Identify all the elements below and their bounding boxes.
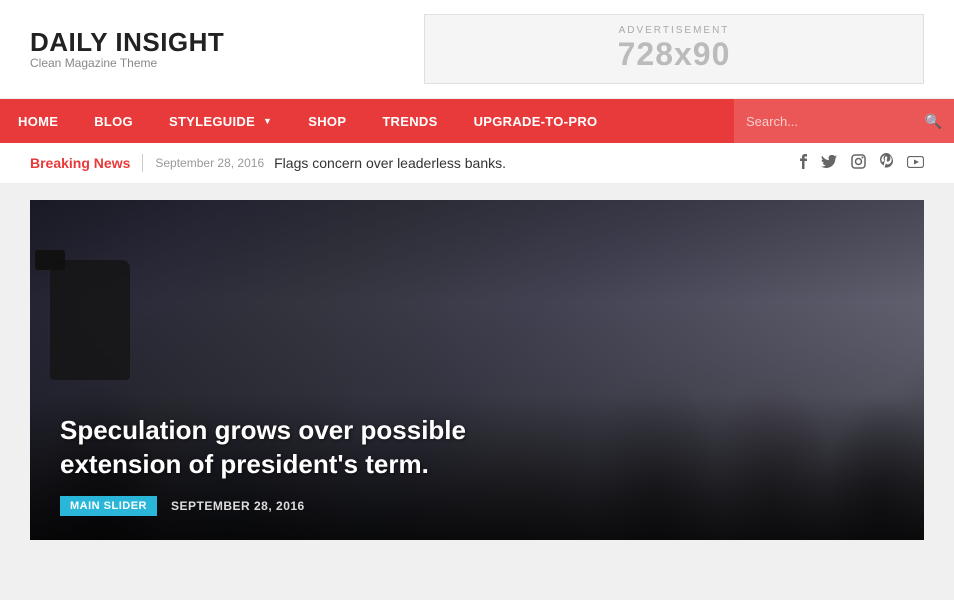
- hero-meta: MAIN SLIDER SEPTEMBER 28, 2016: [60, 496, 894, 516]
- hero-title: Speculation grows over possible extensio…: [60, 414, 580, 482]
- pinterest-icon[interactable]: [880, 153, 893, 173]
- main-nav: HOME BLOG STYLEGUIDE ▼ SHOP TRENDS UPGRA…: [0, 99, 954, 143]
- logo[interactable]: DAILY INSIGHT Clean Magazine Theme: [30, 28, 224, 71]
- nav-item-blog[interactable]: BLOG: [76, 99, 151, 143]
- nav-item-shop[interactable]: SHOP: [290, 99, 364, 143]
- nav-item-trends[interactable]: TRENDS: [364, 99, 455, 143]
- breaking-news-label: Breaking News: [30, 155, 130, 171]
- breaking-news-date: September 28, 2016: [155, 156, 264, 170]
- facebook-icon[interactable]: [798, 153, 807, 173]
- nav-item-home[interactable]: HOME: [0, 99, 76, 143]
- nav-item-styleguide[interactable]: STYLEGUIDE ▼: [151, 99, 290, 143]
- logo-title: DAILY INSIGHT: [30, 28, 224, 57]
- ad-size: 728x90: [618, 36, 731, 73]
- logo-subtitle: Clean Magazine Theme: [30, 56, 224, 70]
- nav-item-upgrade[interactable]: UPGRADE-TO-PRO: [456, 99, 616, 143]
- hero-slider: Speculation grows over possible extensio…: [30, 200, 924, 540]
- search-icon[interactable]: 🔍: [913, 113, 954, 130]
- youtube-icon[interactable]: [907, 155, 924, 172]
- breaking-news-text: Flags concern over leaderless banks.: [274, 155, 506, 171]
- hero-content-overlay: Speculation grows over possible extensio…: [30, 394, 924, 540]
- search-input[interactable]: [734, 114, 913, 129]
- social-icons-group: [798, 153, 924, 173]
- instagram-icon[interactable]: [851, 154, 866, 173]
- hero-category-badge[interactable]: MAIN SLIDER: [60, 496, 157, 516]
- search-bar[interactable]: 🔍: [734, 99, 954, 143]
- advertisement-banner: ADVERTISEMENT 728x90: [424, 14, 924, 84]
- hero-date: SEPTEMBER 28, 2016: [171, 499, 305, 513]
- breaking-news-divider: [142, 154, 143, 172]
- ad-label: ADVERTISEMENT: [619, 25, 730, 36]
- site-header: DAILY INSIGHT Clean Magazine Theme ADVER…: [0, 0, 954, 99]
- breaking-news-bar: Breaking News September 28, 2016 Flags c…: [0, 143, 954, 184]
- twitter-icon[interactable]: [821, 155, 837, 172]
- dropdown-arrow-icon: ▼: [263, 116, 272, 126]
